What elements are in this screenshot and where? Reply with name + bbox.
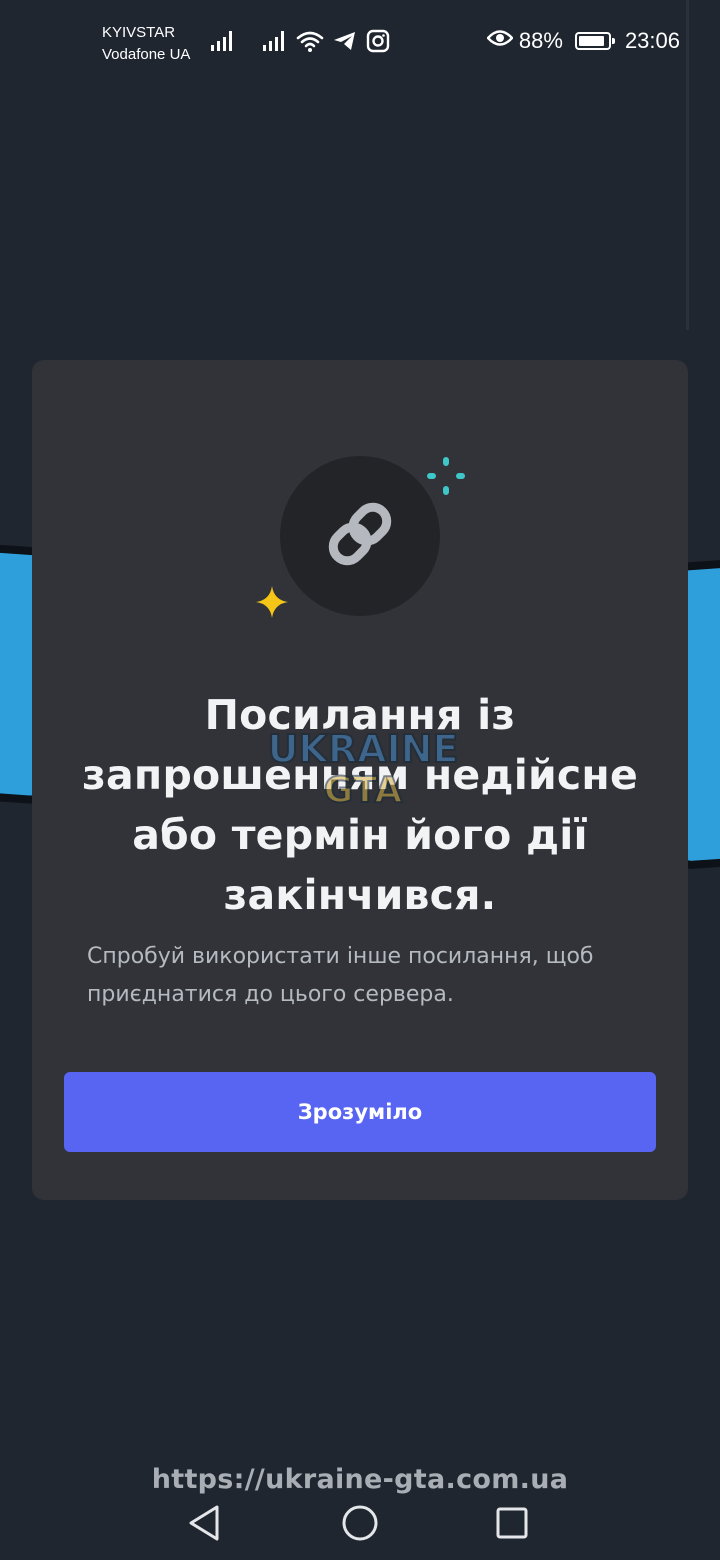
recents-button[interactable] xyxy=(487,1500,537,1550)
link-icon-circle xyxy=(280,456,440,616)
home-icon xyxy=(340,1503,380,1547)
link-icon xyxy=(318,492,402,580)
recents-icon xyxy=(494,1505,530,1545)
dialog-title: Посилання із запрошенням недійсне або те… xyxy=(82,691,638,919)
carrier-primary: KYIVSTAR xyxy=(102,24,176,41)
battery-level xyxy=(578,36,604,46)
wifi-icon xyxy=(296,29,324,53)
signal-icon xyxy=(210,29,236,53)
sparkle-icon xyxy=(424,454,468,502)
carrier-info: KYIVSTAR Vodafone UA xyxy=(102,22,190,66)
battery-percent: 88% xyxy=(518,28,563,53)
telegram-icon xyxy=(332,29,358,53)
star-sparkle-icon xyxy=(254,584,290,624)
got-it-button[interactable]: Зрозуміло xyxy=(64,1072,656,1152)
dialog-illustration xyxy=(32,360,688,640)
status-right: 88% 23:06 xyxy=(486,28,680,54)
signal-icon xyxy=(262,29,288,53)
invite-invalid-dialog: Посилання із запрошенням недійсне або те… xyxy=(32,360,688,1200)
clock: 23:06 xyxy=(624,28,680,53)
instagram-icon xyxy=(366,29,390,53)
carrier-secondary: Vodafone UA xyxy=(102,46,191,63)
dialog-description: Спробуй використати інше посилання, щоб … xyxy=(87,944,594,1007)
navigation-bar xyxy=(0,1490,720,1560)
eye-icon xyxy=(486,28,514,54)
screen: KYIVSTAR Vodafone UA 88% 23:06 Посилання… xyxy=(0,0,720,1560)
back-button[interactable] xyxy=(180,1500,230,1550)
home-button[interactable] xyxy=(335,1500,385,1550)
status-bar: KYIVSTAR Vodafone UA 88% 23:06 xyxy=(0,0,720,84)
status-icons xyxy=(210,29,390,53)
battery-icon xyxy=(574,32,615,50)
back-icon xyxy=(187,1504,223,1546)
